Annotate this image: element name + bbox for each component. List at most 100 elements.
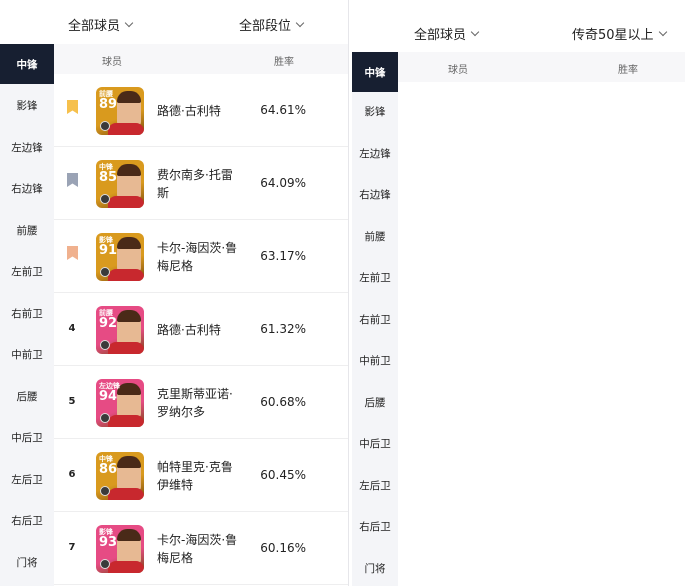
tier-filter-dropdown[interactable]: 全部段位 <box>239 15 305 34</box>
table-header: 球员 胜率 <box>398 52 685 82</box>
player-name-line1: 卡尔-海因茨·鲁 <box>157 532 238 547</box>
player-hair <box>117 455 141 468</box>
player-card[interactable]: 影锋 91 <box>96 232 144 281</box>
sidebar-item-position[interactable]: 左后卫 <box>352 478 398 493</box>
filter-bar: 全部球员 全部段位 <box>0 0 348 44</box>
win-rate: 60.45% <box>260 467 306 482</box>
table-row[interactable]: 前腰 89 路德·古利特 64.61% <box>54 74 348 147</box>
sidebar-item-position[interactable]: 门将 <box>352 561 398 576</box>
player-card[interactable]: 中锋 86 <box>96 451 144 500</box>
table-row[interactable]: 4 前腰 92 路德·古利特 61.32% <box>54 293 348 366</box>
rank-number: 4 <box>68 322 76 334</box>
player-filter-label: 全部球员 <box>414 28 467 43</box>
sidebar-item-position[interactable]: 左前卫 <box>0 264 54 279</box>
player-hair <box>117 382 141 395</box>
card-rating: 91 <box>99 242 118 258</box>
sidebar-item-position[interactable]: 影锋 <box>352 104 398 119</box>
sidebar-item-position[interactable]: 右前卫 <box>0 306 54 321</box>
player-name: 帕特里克·克鲁 伊维特 <box>157 458 249 494</box>
sidebar-item-position[interactable]: 影锋 <box>0 98 54 113</box>
sidebar-item-position[interactable]: 中前卫 <box>0 347 54 362</box>
card-rating: 92 <box>99 315 118 331</box>
player-shirt <box>108 560 144 573</box>
player-shirt <box>108 487 144 500</box>
position-sidebar: 中锋影锋左边锋右边锋前腰左前卫右前卫中前卫后腰中后卫左后卫右后卫门将 <box>0 44 54 586</box>
sidebar-item-position[interactable]: 中锋 <box>352 52 398 92</box>
sidebar-item-position[interactable]: 左边锋 <box>0 140 54 155</box>
sidebar-item-position[interactable]: 前腰 <box>0 223 54 238</box>
ranking-panel-right: 全部球员 传奇50星以上 中锋影锋左边锋右边锋前腰左前卫右前卫中前卫后腰中后卫左… <box>352 0 685 586</box>
player-name: 路德·古利特 <box>157 321 249 339</box>
sidebar-item-position[interactable]: 右边锋 <box>352 187 398 202</box>
player-shirt <box>108 341 144 354</box>
sidebar-item-position[interactable]: 后腰 <box>352 395 398 410</box>
win-rate: 61.32% <box>260 321 306 336</box>
ball-icon <box>100 485 110 496</box>
sidebar-item-position[interactable]: 左后卫 <box>0 472 54 487</box>
sidebar-item-position[interactable]: 中后卫 <box>352 436 398 451</box>
sidebar-item-position[interactable]: 右前卫 <box>352 312 398 327</box>
ball-icon <box>100 193 110 204</box>
player-hair <box>117 163 141 176</box>
tier-filter-label: 全部段位 <box>239 19 292 34</box>
card-rating: 94 <box>99 388 118 404</box>
sidebar-item-position[interactable]: 左边锋 <box>352 146 398 161</box>
sidebar-item-position[interactable]: 中后卫 <box>0 430 54 445</box>
player-card[interactable]: 左边锋 94 <box>96 378 144 427</box>
card-rating: 85 <box>99 169 118 185</box>
rank-number: 7 <box>68 541 76 553</box>
sidebar-item-position[interactable]: 中锋 <box>0 44 54 84</box>
table-row[interactable]: 影锋 91 卡尔-海因茨·鲁 梅尼格 63.17% <box>54 220 348 293</box>
sidebar-item-position[interactable]: 左前卫 <box>352 270 398 285</box>
rank-medal-icon <box>67 245 78 260</box>
player-name: 路德·古利特 <box>157 102 249 120</box>
player-filter-dropdown[interactable]: 全部球员 <box>414 24 480 43</box>
player-name-line2: 梅尼格 <box>157 258 194 273</box>
player-name-line2: 伊维特 <box>157 477 194 492</box>
ball-icon <box>100 339 110 350</box>
ball-icon <box>100 266 110 277</box>
player-hair <box>117 309 141 322</box>
rank-medal-icon <box>67 172 78 187</box>
column-winrate: 胜率 <box>274 57 294 68</box>
player-name-line2: 罗纳尔多 <box>157 404 206 419</box>
table-header: 球员 胜率 <box>54 44 348 74</box>
player-name-line2: 斯 <box>157 185 170 200</box>
player-name-line1: 路德·古利特 <box>157 103 221 118</box>
player-name-line2: 梅尼格 <box>157 550 194 565</box>
position-sidebar: 中锋影锋左边锋右边锋前腰左前卫右前卫中前卫后腰中后卫左后卫右后卫门将 <box>352 52 398 586</box>
player-name-line1: 帕特里克·克鲁 <box>157 459 233 474</box>
player-name: 卡尔-海因茨·鲁 梅尼格 <box>157 531 249 567</box>
column-player: 球员 <box>448 65 468 76</box>
filter-bar: 全部球员 传奇50星以上 <box>352 0 685 44</box>
player-card[interactable]: 中锋 85 <box>96 159 144 208</box>
player-card[interactable]: 影锋 93 <box>96 524 144 573</box>
sidebar-item-position[interactable]: 后腰 <box>0 389 54 404</box>
sidebar-item-position[interactable]: 右后卫 <box>352 519 398 534</box>
win-rate: 63.17% <box>260 248 306 263</box>
rank-number: 5 <box>68 395 76 407</box>
card-rating: 93 <box>99 534 118 550</box>
player-name-line1: 卡尔-海因茨·鲁 <box>157 240 238 255</box>
player-hair <box>117 528 141 541</box>
sidebar-item-position[interactable]: 前腰 <box>352 229 398 244</box>
chevron-down-icon <box>295 18 305 27</box>
table-row[interactable]: 5 左边锋 94 克里斯蒂亚诺· 罗纳尔多 60.68% <box>54 366 348 439</box>
ranking-panel-left: 全部球员 全部段位 中锋影锋左边锋右边锋前腰左前卫右前卫中前卫后腰中后卫左后卫右… <box>0 0 349 586</box>
win-rate: 64.61% <box>260 102 306 117</box>
player-filter-dropdown[interactable]: 全部球员 <box>68 15 134 34</box>
table-row[interactable]: 7 影锋 93 卡尔-海因茨·鲁 梅尼格 60.16% <box>54 512 348 585</box>
tier-filter-dropdown[interactable]: 传奇50星以上 <box>572 24 667 43</box>
player-name: 克里斯蒂亚诺· 罗纳尔多 <box>157 385 249 421</box>
sidebar-item-position[interactable]: 门将 <box>0 555 54 570</box>
table-row[interactable]: 6 中锋 86 帕特里克·克鲁 伊维特 60.45% <box>54 439 348 512</box>
player-card[interactable]: 前腰 92 <box>96 305 144 354</box>
sidebar-item-position[interactable]: 右边锋 <box>0 181 54 196</box>
player-card[interactable]: 前腰 89 <box>96 86 144 135</box>
player-shirt <box>108 122 144 135</box>
tier-filter-label: 传奇50星以上 <box>572 28 654 43</box>
player-name: 费尔南多·托雷斯 <box>157 166 249 202</box>
sidebar-item-position[interactable]: 中前卫 <box>352 353 398 368</box>
sidebar-item-position[interactable]: 右后卫 <box>0 513 54 528</box>
table-row[interactable]: 中锋 85 费尔南多·托雷斯 64.09% <box>54 147 348 220</box>
